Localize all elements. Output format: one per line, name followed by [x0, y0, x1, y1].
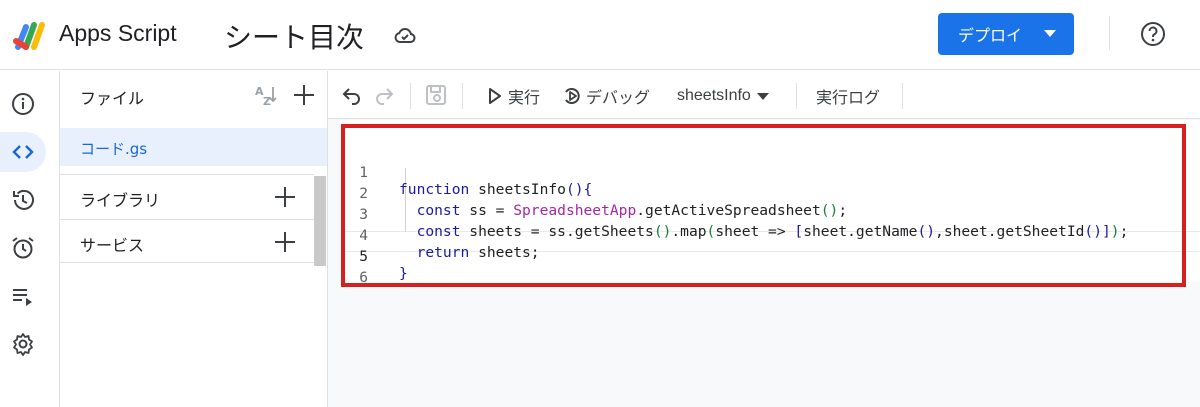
caret-down-icon[interactable]: [1044, 30, 1056, 37]
redo-icon[interactable]: [372, 83, 396, 107]
function-select[interactable]: sheetsInfo: [677, 83, 769, 109]
project-title[interactable]: シート目次: [224, 16, 364, 56]
add-file-button[interactable]: [292, 83, 316, 107]
code-line[interactable]: 6: [328, 252, 1200, 286]
libraries-section[interactable]: ライブラリ: [60, 174, 314, 218]
sort-az-icon[interactable]: A Z: [253, 82, 279, 108]
toolbar-divider: [796, 83, 797, 109]
execution-log-button[interactable]: 実行ログ: [816, 83, 880, 109]
rail-item-settings[interactable]: [0, 324, 46, 364]
alarm-icon: [12, 237, 34, 259]
panel-scrollbar[interactable]: [314, 176, 326, 266]
code-line[interactable]: 3 const sheets = ss.getSheets().map(shee…: [328, 189, 1200, 240]
executions-icon: [13, 289, 32, 306]
app-header: Apps Script シート目次 デプロイ: [0, 0, 1200, 70]
debug-icon: [565, 88, 580, 104]
rail-item-editor[interactable]: [0, 132, 46, 172]
execution-log-label: 実行ログ: [816, 88, 881, 107]
cloud-saved-icon: [394, 28, 416, 43]
services-label: サービス: [80, 236, 145, 255]
rail-item-executions[interactable]: [0, 276, 46, 316]
apps-script-logo[interactable]: [12, 17, 52, 53]
gear-icon: [13, 333, 33, 356]
deploy-button-label: デプロイ: [958, 26, 1023, 45]
line-number: 6: [359, 269, 368, 286]
files-panel: ファイル A Z コード.gs ライブラリ サービス: [60, 71, 328, 407]
toolbar-divider: [462, 83, 463, 109]
header-divider: [1109, 16, 1110, 50]
debug-button[interactable]: デバッグ: [562, 83, 650, 109]
debug-label: デバッグ: [586, 88, 651, 107]
toolbar-divider: [410, 83, 411, 109]
function-select-value: sheetsInfo: [677, 87, 751, 104]
app-name: Apps Script: [59, 20, 177, 46]
run-button[interactable]: 実行: [484, 83, 540, 109]
add-library-button[interactable]: [273, 185, 297, 209]
undo-icon[interactable]: [340, 83, 364, 107]
code-line[interactable]: 5 }: [328, 231, 1200, 282]
svg-text:Z: Z: [263, 95, 271, 108]
editor-area: 実行 デバッグ sheetsInfo 実行ログ 1 function sheet…: [328, 71, 1200, 407]
files-panel-header: ファイル A Z: [60, 71, 328, 119]
deploy-button[interactable]: デプロイ: [938, 13, 1074, 55]
libraries-label: ライブラリ: [80, 191, 161, 210]
editor-toolbar: 実行 デバッグ sheetsInfo 実行ログ: [328, 71, 1200, 119]
add-service-button[interactable]: [273, 230, 297, 254]
rail-item-triggers[interactable]: [0, 228, 46, 268]
rail-item-overview[interactable]: [0, 84, 46, 124]
help-icon[interactable]: [1140, 21, 1166, 47]
info-icon: [12, 93, 34, 115]
code-line[interactable]: 1 function sheetsInfo(){: [328, 147, 1200, 198]
code-editor[interactable]: 1 function sheetsInfo(){ 2 const ss = Sp…: [328, 120, 1200, 407]
services-section[interactable]: サービス: [60, 219, 314, 263]
caret-down-icon: [756, 92, 769, 100]
code-line[interactable]: 2 const ss = SpreadsheetApp.getActiveSpr…: [328, 168, 1200, 219]
rail-item-history[interactable]: [0, 180, 46, 220]
code-icon: [12, 145, 34, 159]
files-panel-title: ファイル: [80, 89, 145, 108]
left-nav-rail: [0, 71, 46, 407]
save-icon[interactable]: [424, 83, 448, 107]
file-item[interactable]: コード.gs: [60, 128, 328, 166]
code-line[interactable]: 4 return sheets;: [328, 210, 1200, 261]
toolbar-divider: [902, 83, 903, 109]
play-icon: [489, 88, 501, 104]
run-label: 実行: [508, 88, 541, 107]
file-name: コード.gs: [80, 140, 148, 158]
history-icon: [13, 189, 34, 210]
